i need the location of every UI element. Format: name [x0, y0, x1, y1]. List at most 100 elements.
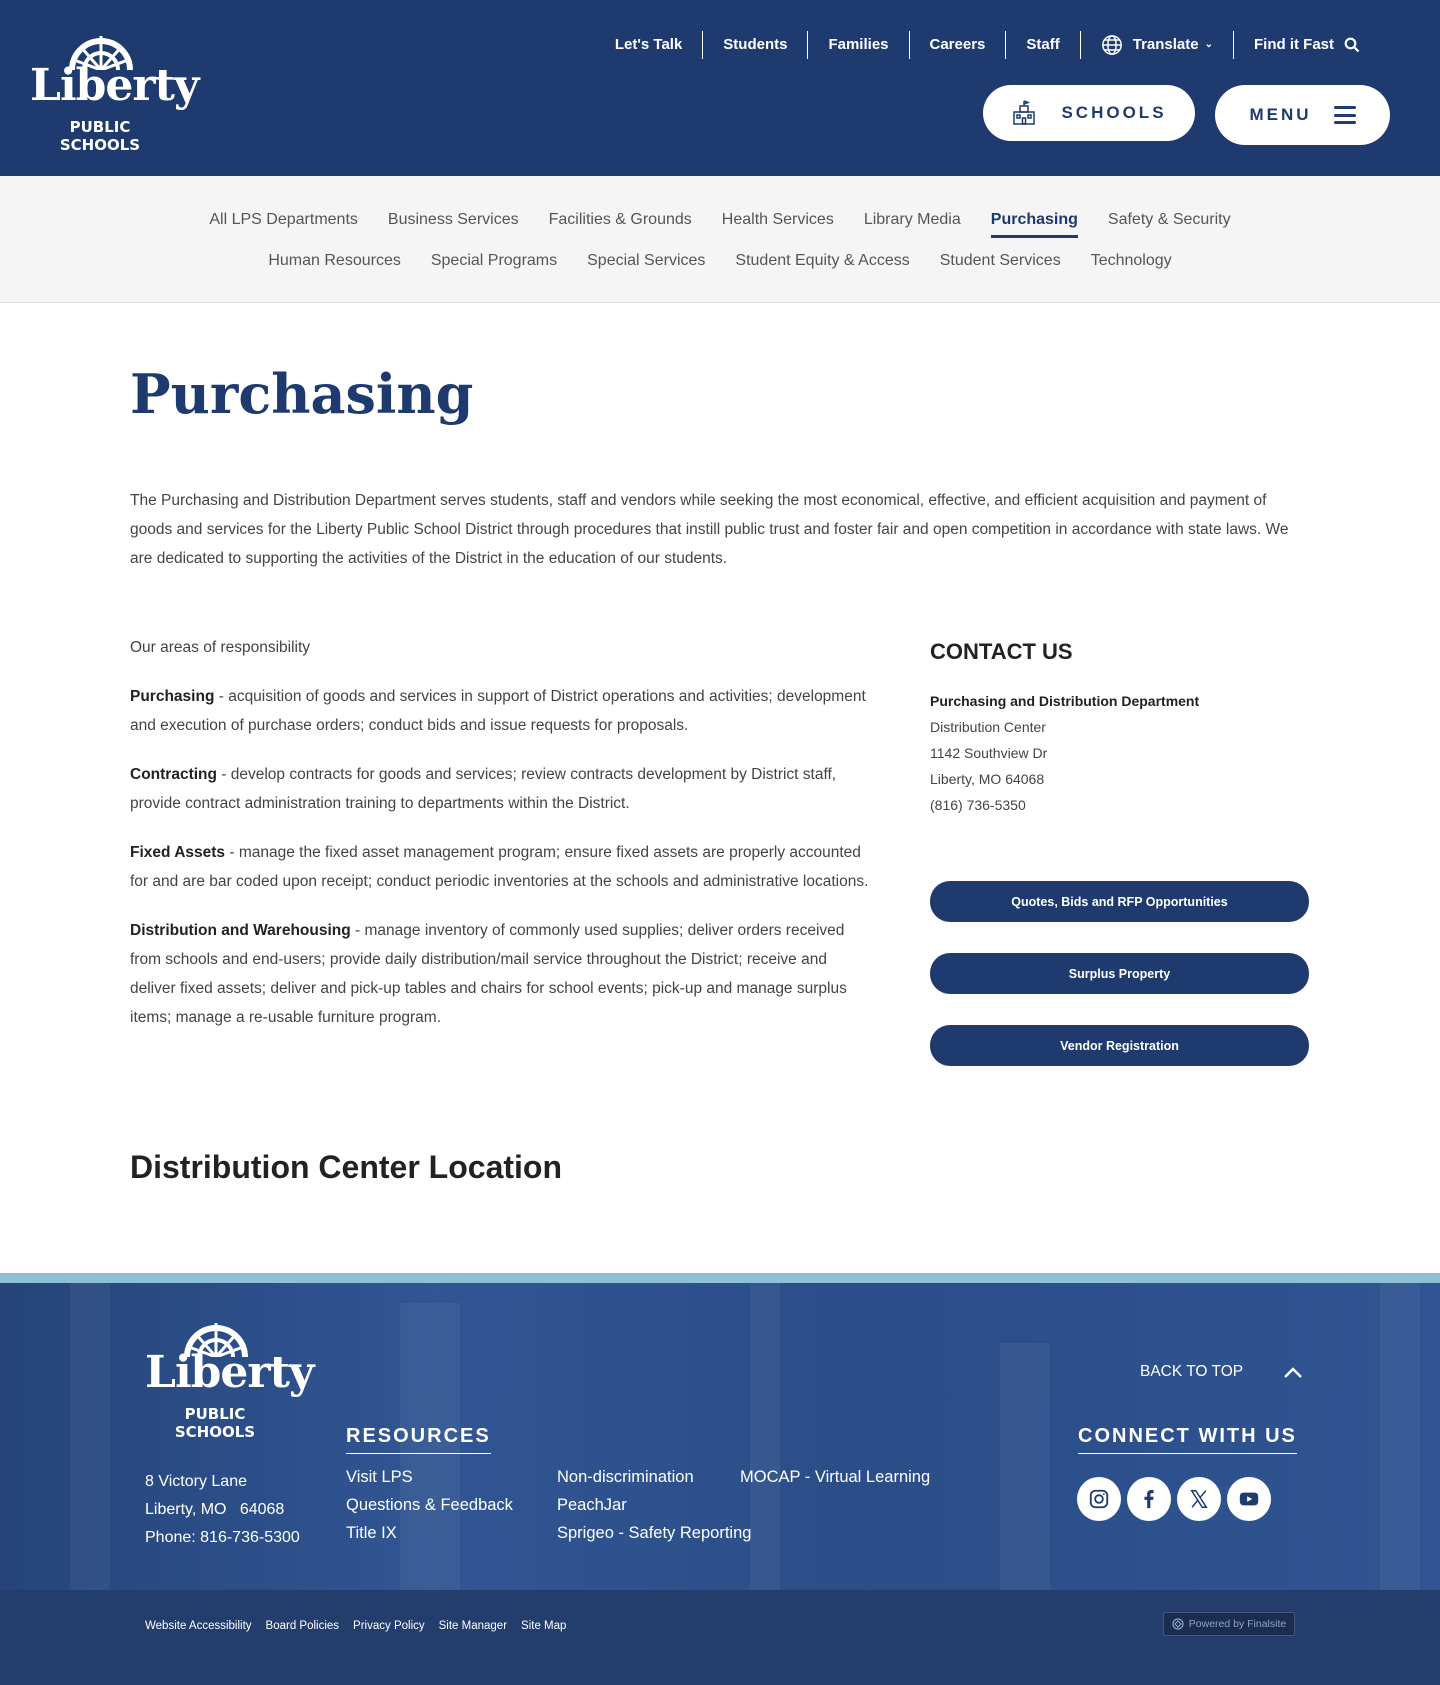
find-it-fast-button[interactable]: Find it Fast — [1233, 31, 1380, 59]
school-building-icon — [1013, 100, 1036, 125]
link-website-accessibility[interactable]: Website Accessibility — [145, 1618, 252, 1634]
subnav-item-purchasing[interactable]: Purchasing — [976, 206, 1093, 238]
schools-button[interactable]: SCHOOLS — [983, 85, 1195, 141]
utility-link-families[interactable]: Families — [807, 31, 908, 59]
site-footer: Liberty PUBLIC SCHOOLS 8 Victory Lane Li… — [0, 1283, 1440, 1590]
schools-label: SCHOOLS — [1061, 103, 1167, 122]
footer-street: 8 Victory Lane — [145, 1473, 247, 1490]
footer-phone[interactable]: Phone: 816-736-5300 — [145, 1524, 300, 1552]
utility-link-careers[interactable]: Careers — [908, 31, 1006, 59]
contact-department: Purchasing and Distribution Department — [930, 693, 1200, 709]
utility-link-staff[interactable]: Staff — [1005, 31, 1079, 59]
responsibility-item: Contracting - develop contracts for good… — [130, 760, 875, 818]
back-to-top-label: BACK TO TOP — [1140, 1363, 1244, 1380]
link-board-policies[interactable]: Board Policies — [266, 1618, 340, 1634]
contact-us-panel: CONTACT US Purchasing and Distribution D… — [930, 636, 1310, 818]
responsibility-name: Distribution and Warehousing — [130, 922, 351, 939]
translate-dropdown[interactable]: Translate ⌄ — [1079, 31, 1233, 59]
responsibility-item: Fixed Assets - manage the fixed asset ma… — [130, 838, 875, 896]
back-to-top-button[interactable]: BACK TO TOP — [1140, 1363, 1303, 1381]
chevron-up-icon — [1284, 1367, 1302, 1378]
responsibility-name: Fixed Assets — [130, 844, 226, 861]
areas-title: Our areas of responsibility — [130, 639, 311, 656]
contact-street: 1142 Southview Dr — [930, 745, 1048, 761]
contact-location: Distribution Center — [930, 719, 1046, 735]
footer-bg-column — [1000, 1343, 1050, 1590]
responsibility-name: Purchasing — [130, 688, 215, 705]
resources-column-1: Visit LPS Questions & Feedback Title IX — [346, 1463, 513, 1547]
resource-link-non-discrimination[interactable]: Non-discrimination — [557, 1463, 751, 1491]
youtube-icon[interactable] — [1227, 1477, 1271, 1521]
subnav-item-special-programs[interactable]: Special Programs — [416, 247, 572, 275]
resource-link-title-ix[interactable]: Title IX — [346, 1519, 513, 1547]
responsibility-item: Distribution and Warehousing - manage in… — [130, 916, 875, 1032]
responsibility-text: - develop contracts for goods and servic… — [130, 766, 837, 812]
subnav-row-2: Human Resources Special Programs Special… — [0, 247, 1440, 275]
finalsite-icon — [1172, 1618, 1184, 1630]
footer-address: 8 Victory Lane Liberty, MO 64068 Phone: … — [145, 1468, 300, 1552]
utility-nav: Let's Talk Students Families Careers Sta… — [595, 30, 1380, 60]
resource-link-visit-lps[interactable]: Visit LPS — [346, 1463, 513, 1491]
responsibilities-section: Our areas of responsibility Purchasing -… — [130, 633, 875, 1052]
subnav-item-business-services[interactable]: Business Services — [373, 206, 534, 234]
subnav-item-all-lps-departments[interactable]: All LPS Departments — [194, 206, 373, 234]
social-links — [1077, 1477, 1277, 1521]
subnav-item-health-services[interactable]: Health Services — [707, 206, 849, 234]
find-it-fast-label: Find it Fast — [1254, 36, 1334, 53]
menu-label: MENU — [1249, 105, 1312, 124]
subnav-item-facilities-grounds[interactable]: Facilities & Grounds — [534, 206, 707, 234]
resource-link-peachjar[interactable]: PeachJar — [557, 1491, 751, 1519]
footer-bottom-bar: Website Accessibility Board Policies Pri… — [0, 1590, 1440, 1685]
site-header: Liberty PUBLIC SCHOOLS Let's Talk Studen… — [0, 0, 1440, 176]
resource-link-mocap[interactable]: MOCAP - Virtual Learning — [740, 1463, 930, 1491]
contact-city: Liberty, MO 64068 — [930, 771, 1045, 787]
subnav-item-student-equity-access[interactable]: Student Equity & Access — [720, 247, 924, 275]
page-title: Purchasing — [130, 362, 474, 426]
powered-by-finalsite-badge[interactable]: Powered by Finalsite — [1163, 1612, 1295, 1636]
subnav-item-human-resources[interactable]: Human Resources — [253, 247, 416, 275]
utility-link-students[interactable]: Students — [702, 31, 807, 59]
footer-bg-column — [1380, 1283, 1420, 1590]
contact-phone[interactable]: (816) 736-5350 — [930, 792, 1310, 818]
footer-city: Liberty, MO 64068 — [145, 1501, 285, 1518]
resources-heading: RESOURCES — [346, 1421, 491, 1454]
subnav-item-safety-security[interactable]: Safety & Security — [1093, 206, 1246, 234]
vendor-registration-button[interactable]: Vendor Registration — [930, 1025, 1309, 1066]
facebook-icon[interactable] — [1127, 1477, 1171, 1521]
district-logo[interactable]: Liberty PUBLIC SCHOOLS — [30, 30, 199, 154]
responsibility-item: Purchasing - acquisition of goods and se… — [130, 682, 875, 740]
resources-column-3: MOCAP - Virtual Learning — [740, 1463, 930, 1491]
subnav-item-student-services[interactable]: Student Services — [925, 247, 1076, 275]
quotes-bids-rfp-button[interactable]: Quotes, Bids and RFP Opportunities — [930, 881, 1309, 922]
link-site-manager[interactable]: Site Manager — [439, 1618, 507, 1634]
responsibility-name: Contracting — [130, 766, 217, 783]
powered-label: Powered by Finalsite — [1188, 1618, 1287, 1630]
footer-accent-stripe — [0, 1273, 1440, 1283]
footer-bg-column — [750, 1283, 780, 1590]
utility-link-lets-talk[interactable]: Let's Talk — [595, 31, 702, 59]
connect-heading: CONNECT WITH US — [1078, 1421, 1297, 1454]
footer-bg-column — [70, 1283, 110, 1590]
footer-logo[interactable]: Liberty PUBLIC SCHOOLS — [145, 1317, 314, 1441]
menu-button[interactable]: MENU — [1215, 85, 1390, 145]
logo-wordmark: Liberty — [30, 60, 199, 111]
subnav-item-special-services[interactable]: Special Services — [572, 247, 720, 275]
subnav-item-technology[interactable]: Technology — [1076, 247, 1187, 275]
resource-link-sprigeo[interactable]: Sprigeo - Safety Reporting — [557, 1519, 751, 1547]
link-site-map[interactable]: Site Map — [521, 1618, 566, 1634]
search-icon — [1344, 37, 1360, 53]
chevron-down-icon: ⌄ — [1204, 39, 1213, 50]
surplus-property-button[interactable]: Surplus Property — [930, 953, 1309, 994]
subnav-item-library-media[interactable]: Library Media — [849, 206, 976, 234]
footer-logo-wordmark: Liberty — [145, 1347, 314, 1398]
link-privacy-policy[interactable]: Privacy Policy — [353, 1618, 425, 1634]
x-icon[interactable] — [1177, 1477, 1221, 1521]
translate-label: Translate — [1132, 36, 1199, 53]
hamburger-icon — [1333, 106, 1356, 124]
resource-link-questions-feedback[interactable]: Questions & Feedback — [346, 1491, 513, 1519]
instagram-icon[interactable] — [1077, 1477, 1121, 1521]
distribution-center-heading: Distribution Center Location — [130, 1149, 562, 1185]
subnav-row-1: All LPS Departments Business Services Fa… — [0, 206, 1440, 238]
contact-title: CONTACT US — [930, 639, 1073, 664]
intro-paragraph: The Purchasing and Distribution Departme… — [130, 492, 1289, 567]
